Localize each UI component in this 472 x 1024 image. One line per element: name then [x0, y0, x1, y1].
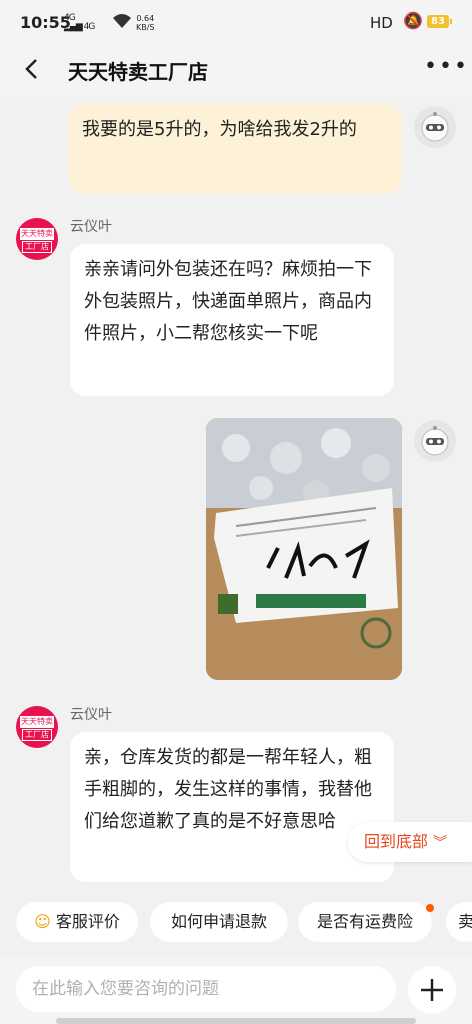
message-input[interactable]: 在此输入您要咨询的问题 — [16, 966, 396, 1012]
back-button[interactable] — [18, 54, 48, 84]
add-button[interactable] — [408, 966, 456, 1014]
input-bar: 在此输入您要咨询的问题 — [0, 956, 472, 1024]
sent-photo[interactable] — [206, 418, 402, 680]
network-speed: 0.64 KB/S — [136, 14, 155, 32]
robot-avatar-icon — [421, 426, 449, 456]
agent-message-bubble: 亲亲请问外包装还在吗？麻烦拍一下外包装照片，快递面单照片，商品内件照片，小二帮您… — [70, 244, 394, 396]
agent-message-bubble: 亲，仓库发货的都是一帮年轻人，粗手粗脚的，发生这样的事情，我替他们给您道歉了真的… — [70, 732, 394, 882]
battery-icon: 83 — [427, 15, 452, 28]
smiley-icon: ☺ — [34, 912, 51, 931]
sender-name: 云仪叶 — [70, 707, 112, 723]
quick-reply-rating[interactable]: ☺ 客服评价 — [16, 902, 138, 942]
user-message-bubble: 我要的是5升的，为啥给我发2升的 — [68, 104, 402, 194]
shop-title: 天天特卖工厂店 — [68, 60, 208, 84]
package-photo-image — [206, 418, 402, 680]
more-options-button[interactable]: ••• — [424, 54, 469, 79]
plus-icon — [421, 979, 443, 1001]
shop-avatar[interactable]: 天天特卖 工厂店 — [16, 706, 58, 748]
sender-name: 云仪叶 — [70, 219, 112, 235]
notification-dot — [426, 904, 434, 912]
user-avatar[interactable] — [414, 106, 456, 148]
quick-reply-refund[interactable]: 如何申请退款 — [150, 902, 288, 942]
message-text: 亲，仓库发货的都是一帮年轻人，粗手粗脚的，发生这样的事情，我替他们给您道歉了真的… — [84, 747, 372, 832]
message-text: 我要的是5升的，为啥给我发2升的 — [82, 119, 357, 140]
status-bar: 10:55 4G ▂▄▆ 4G 0.64 KB/S HD 🔕 83 — [0, 0, 472, 44]
message-text: 亲亲请问外包装还在吗？麻烦拍一下外包装照片，快递面单照片，商品内件照片，小二帮您… — [84, 259, 372, 344]
back-to-bottom-button[interactable]: 回到底部 ︾ — [348, 822, 472, 862]
cellular-signal-icon: 4G ▂▄▆ 4G — [64, 13, 95, 32]
user-avatar[interactable] — [414, 420, 456, 462]
chat-header: 天天特卖工厂店 ••• — [0, 44, 472, 96]
double-chevron-down-icon: ︾ — [433, 835, 448, 851]
wifi-icon — [112, 12, 132, 34]
quick-reply-shipping-insurance[interactable]: 是否有运费险 — [298, 902, 432, 942]
robot-avatar-icon — [421, 112, 449, 142]
shop-avatar[interactable]: 天天特卖 工厂店 — [16, 218, 58, 260]
chevron-left-icon — [25, 59, 37, 79]
mute-icon: 🔕 — [403, 11, 423, 30]
home-indicator[interactable] — [56, 1018, 416, 1024]
quick-reply-more[interactable]: 卖 — [446, 902, 472, 942]
hd-indicator: HD — [370, 14, 393, 32]
quick-reply-bar: ☺ 客服评价 如何申请退款 是否有运费险 卖 — [0, 902, 472, 942]
